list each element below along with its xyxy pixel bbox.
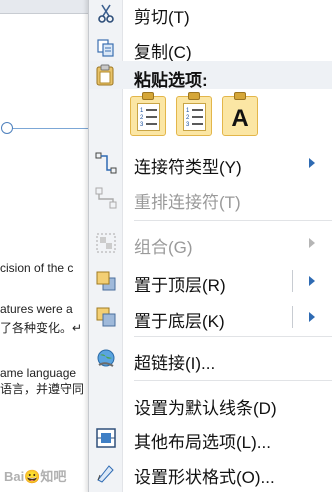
- connector-handle[interactable]: [1, 122, 13, 134]
- document-top-bar: [0, 0, 96, 14]
- paste-use-destination-icon: 1 2 3: [183, 103, 206, 131]
- layout-options-icon: [93, 427, 119, 449]
- menu-item-group-label: 组合(G): [134, 238, 193, 257]
- svg-text:1: 1: [140, 108, 144, 114]
- menu-item-format-shape[interactable]: 设置形状格式(O)...: [89, 454, 332, 490]
- bring-to-front-icon: [93, 270, 119, 292]
- document-area: cision of the c atures were a 了各种变化。↵ am…: [0, 0, 96, 492]
- baidu-watermark: Bai😀知吧: [4, 469, 67, 484]
- menu-item-bring-to-front-label: 置于顶层(R): [134, 276, 226, 295]
- group-icon: [93, 232, 119, 254]
- menu-item-connector-type[interactable]: 连接符类型(Y): [89, 144, 332, 180]
- submenu-arrow-icon[interactable]: [309, 312, 315, 322]
- selected-connector-line[interactable]: [8, 128, 96, 129]
- menu-item-bring-to-front[interactable]: 置于顶层(R): [89, 262, 332, 298]
- hyperlink-globe-icon: [93, 348, 119, 370]
- menu-item-hyperlink[interactable]: 超链接(I)...: [89, 340, 332, 376]
- paste-options-label: 粘贴选项:: [134, 71, 208, 90]
- menu-item-connector-type-label: 连接符类型(Y): [134, 158, 242, 177]
- svg-text:2: 2: [186, 115, 190, 121]
- menu-item-more-layout-options[interactable]: 其他布局选项(L)...: [89, 419, 332, 455]
- menu-item-more-layout-options-label: 其他布局选项(L)...: [134, 433, 271, 452]
- copy-icon: [93, 37, 119, 59]
- svg-text:3: 3: [186, 122, 190, 128]
- svg-text:1: 1: [186, 108, 190, 114]
- document-text-line: cision of the c: [0, 261, 74, 275]
- document-text-line: 了各种变化。↵: [0, 321, 83, 335]
- menu-item-copy-label: 复制(C): [134, 43, 192, 62]
- menu-item-cut[interactable]: 剪切(T): [89, 0, 332, 30]
- paste-keep-source-button[interactable]: 1 2 3: [130, 92, 166, 136]
- menu-item-cut-label: 剪切(T): [134, 8, 190, 27]
- menu-separator: [134, 380, 332, 381]
- menu-separator: [134, 220, 332, 221]
- paste-text-only-button[interactable]: A: [222, 92, 258, 136]
- paste-keep-source-icon: 1 2 3: [137, 103, 160, 131]
- menu-item-format-shape-label: 设置形状格式(O)...: [134, 468, 275, 487]
- format-shape-icon: [93, 462, 119, 484]
- context-menu: 剪切(T) 复制(C) 粘贴选项: 1 2 3 1 2 3 A 连接符类型(Y)…: [88, 0, 332, 492]
- reroute-connector-icon: [93, 187, 119, 209]
- menu-item-set-default-line-label: 设置为默认线条(D): [134, 399, 277, 418]
- scissors-icon: [93, 2, 119, 24]
- document-text-line: 语言，并遵守同: [0, 382, 85, 396]
- menu-item-send-to-back-label: 置于底层(K): [134, 312, 225, 331]
- submenu-arrow-icon: [309, 158, 315, 168]
- menu-item-reroute-connectors-label: 重排连接符(T): [134, 193, 241, 212]
- menu-item-group[interactable]: 组合(G): [89, 224, 332, 260]
- svg-text:2: 2: [140, 115, 144, 121]
- menu-item-copy[interactable]: 复制(C): [89, 29, 332, 65]
- submenu-arrow-icon[interactable]: [309, 276, 315, 286]
- submenu-arrow-icon: [309, 238, 315, 248]
- paste-text-only-icon: A: [231, 105, 249, 132]
- send-to-back-icon: [93, 306, 119, 328]
- menu-separator: [134, 336, 332, 337]
- menu-item-send-to-back[interactable]: 置于底层(K): [89, 298, 332, 334]
- clipboard-icon: [95, 64, 115, 91]
- paste-options-header: 粘贴选项:: [89, 61, 332, 91]
- document-text-line: atures were a: [0, 302, 73, 316]
- document-text-line: ame language: [0, 366, 77, 380]
- connector-type-icon: [93, 152, 119, 174]
- menu-item-hyperlink-label: 超链接(I)...: [134, 354, 216, 373]
- menu-item-reroute-connectors[interactable]: 重排连接符(T): [89, 179, 332, 215]
- menu-item-set-default-line[interactable]: 设置为默认线条(D): [89, 385, 332, 421]
- paste-use-destination-button[interactable]: 1 2 3: [176, 92, 212, 136]
- svg-text:3: 3: [140, 122, 144, 128]
